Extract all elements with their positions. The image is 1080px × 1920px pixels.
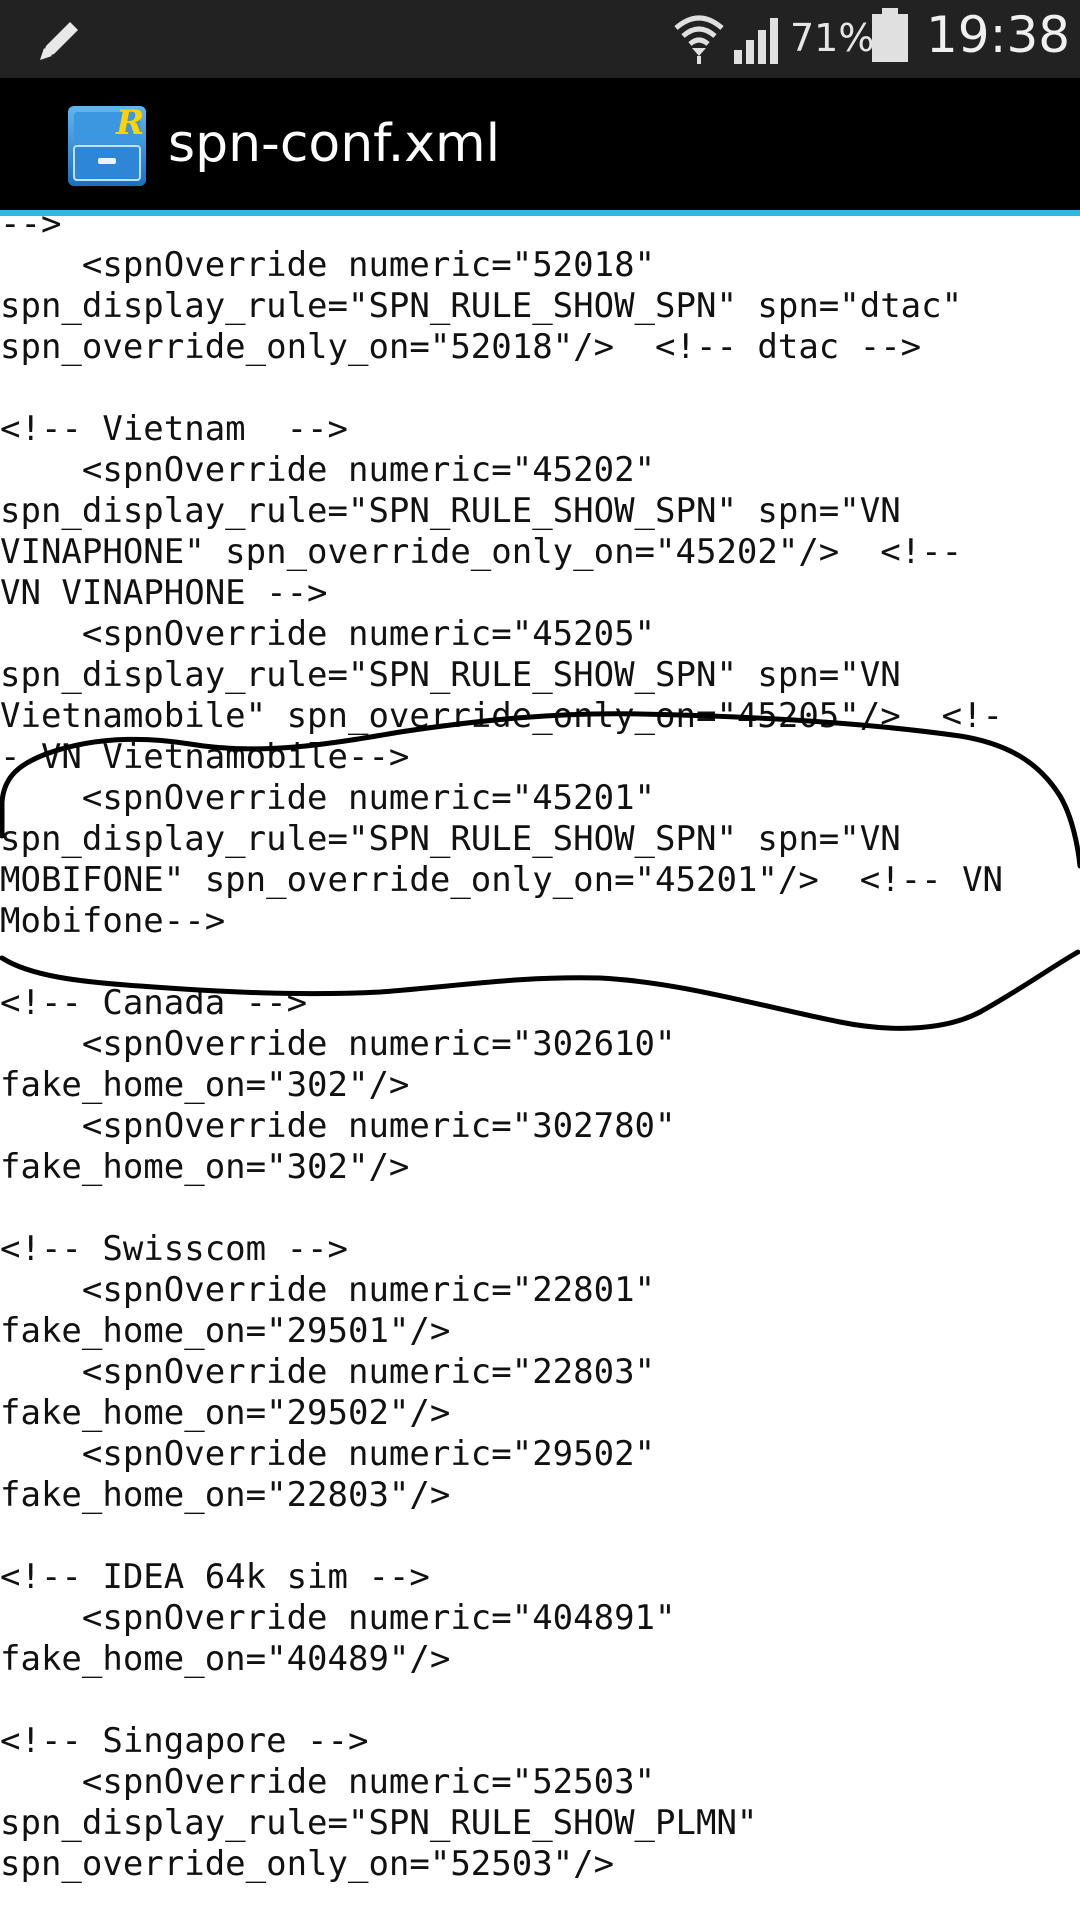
code-line: fake_home_on="29502"/>	[0, 1393, 451, 1433]
code-line: spn_display_rule="SPN_RULE_SHOW_SPN" spn…	[0, 286, 963, 326]
code-line: <spnOverride numeric="52503"	[0, 1762, 656, 1802]
code-line: <spnOverride numeric="52018"	[0, 245, 656, 285]
code-line: fake_home_on="29501"/>	[0, 1311, 451, 1351]
code-line: Mobifone-->	[0, 901, 226, 941]
code-line: - VN Vietnamobile-->	[0, 737, 410, 777]
code-line: Vietnamobile" spn_override_only_on="4520…	[0, 696, 1004, 736]
code-line: VINAPHONE" spn_override_only_on="45202"/…	[0, 532, 963, 572]
wifi-icon	[674, 15, 724, 64]
code-line: <spnOverride numeric="45201"	[0, 778, 656, 818]
code-line: spn_display_rule="SPN_RULE_SHOW_SPN" spn…	[0, 491, 901, 531]
code-line: <spnOverride numeric="404891"	[0, 1598, 676, 1638]
code-line: spn_display_rule="SPN_RULE_SHOW_SPN" spn…	[0, 819, 901, 859]
battery-percent: 71%	[790, 16, 875, 60]
code-line: -->	[0, 216, 62, 244]
code-line: fake_home_on="22803"/>	[0, 1475, 451, 1515]
status-bar: 71% 19:38	[0, 0, 1080, 78]
cell-signal-icon	[734, 18, 778, 64]
code-line: <spnOverride numeric="45205"	[0, 614, 656, 654]
code-line: fake_home_on="40489"/>	[0, 1639, 451, 1679]
xml-text: --> <spnOverride numeric="52018" spn_disp…	[0, 216, 1003, 1885]
code-line: spn_override_only_on="52018"/> <!-- dtac…	[0, 327, 922, 367]
code-line: spn_override_only_on="52503"/>	[0, 1844, 615, 1884]
code-line: <spnOverride numeric="29502"	[0, 1434, 656, 1474]
code-line: <spnOverride numeric="45202"	[0, 450, 656, 490]
code-line: spn_display_rule="SPN_RULE_SHOW_SPN" spn…	[0, 655, 901, 695]
code-line: fake_home_on="302"/>	[0, 1147, 410, 1187]
code-line: <spnOverride numeric="302780"	[0, 1106, 676, 1146]
root-explorer-icon[interactable]: R	[66, 100, 150, 188]
code-line: <spnOverride numeric="22803"	[0, 1352, 656, 1392]
code-line: VN VINAPHONE -->	[0, 573, 328, 613]
svg-text:R: R	[115, 103, 144, 143]
code-line: <!-- Singapore -->	[0, 1721, 369, 1761]
code-line: <spnOverride numeric="302610"	[0, 1024, 676, 1064]
file-title: spn-conf.xml	[168, 114, 501, 174]
action-bar: R spn-conf.xml	[0, 78, 1080, 216]
code-line: spn_display_rule="SPN_RULE_SHOW_PLMN"	[0, 1803, 758, 1843]
code-line: <!-- Canada -->	[0, 983, 308, 1023]
code-line: <!-- Vietnam -->	[0, 409, 348, 449]
pencil-icon[interactable]	[34, 14, 86, 66]
code-line: <spnOverride numeric="22801"	[0, 1270, 656, 1310]
file-viewer[interactable]: --> <spnOverride numeric="52018" spn_disp…	[0, 216, 1080, 1920]
battery-icon	[872, 8, 908, 62]
code-line: <!-- Swisscom -->	[0, 1229, 348, 1269]
clock: 19:38	[926, 6, 1071, 64]
code-line: MOBIFONE" spn_override_only_on="45201"/>…	[0, 860, 1004, 900]
code-line: <!-- IDEA 64k sim -->	[0, 1557, 430, 1597]
code-line: fake_home_on="302"/>	[0, 1065, 410, 1105]
